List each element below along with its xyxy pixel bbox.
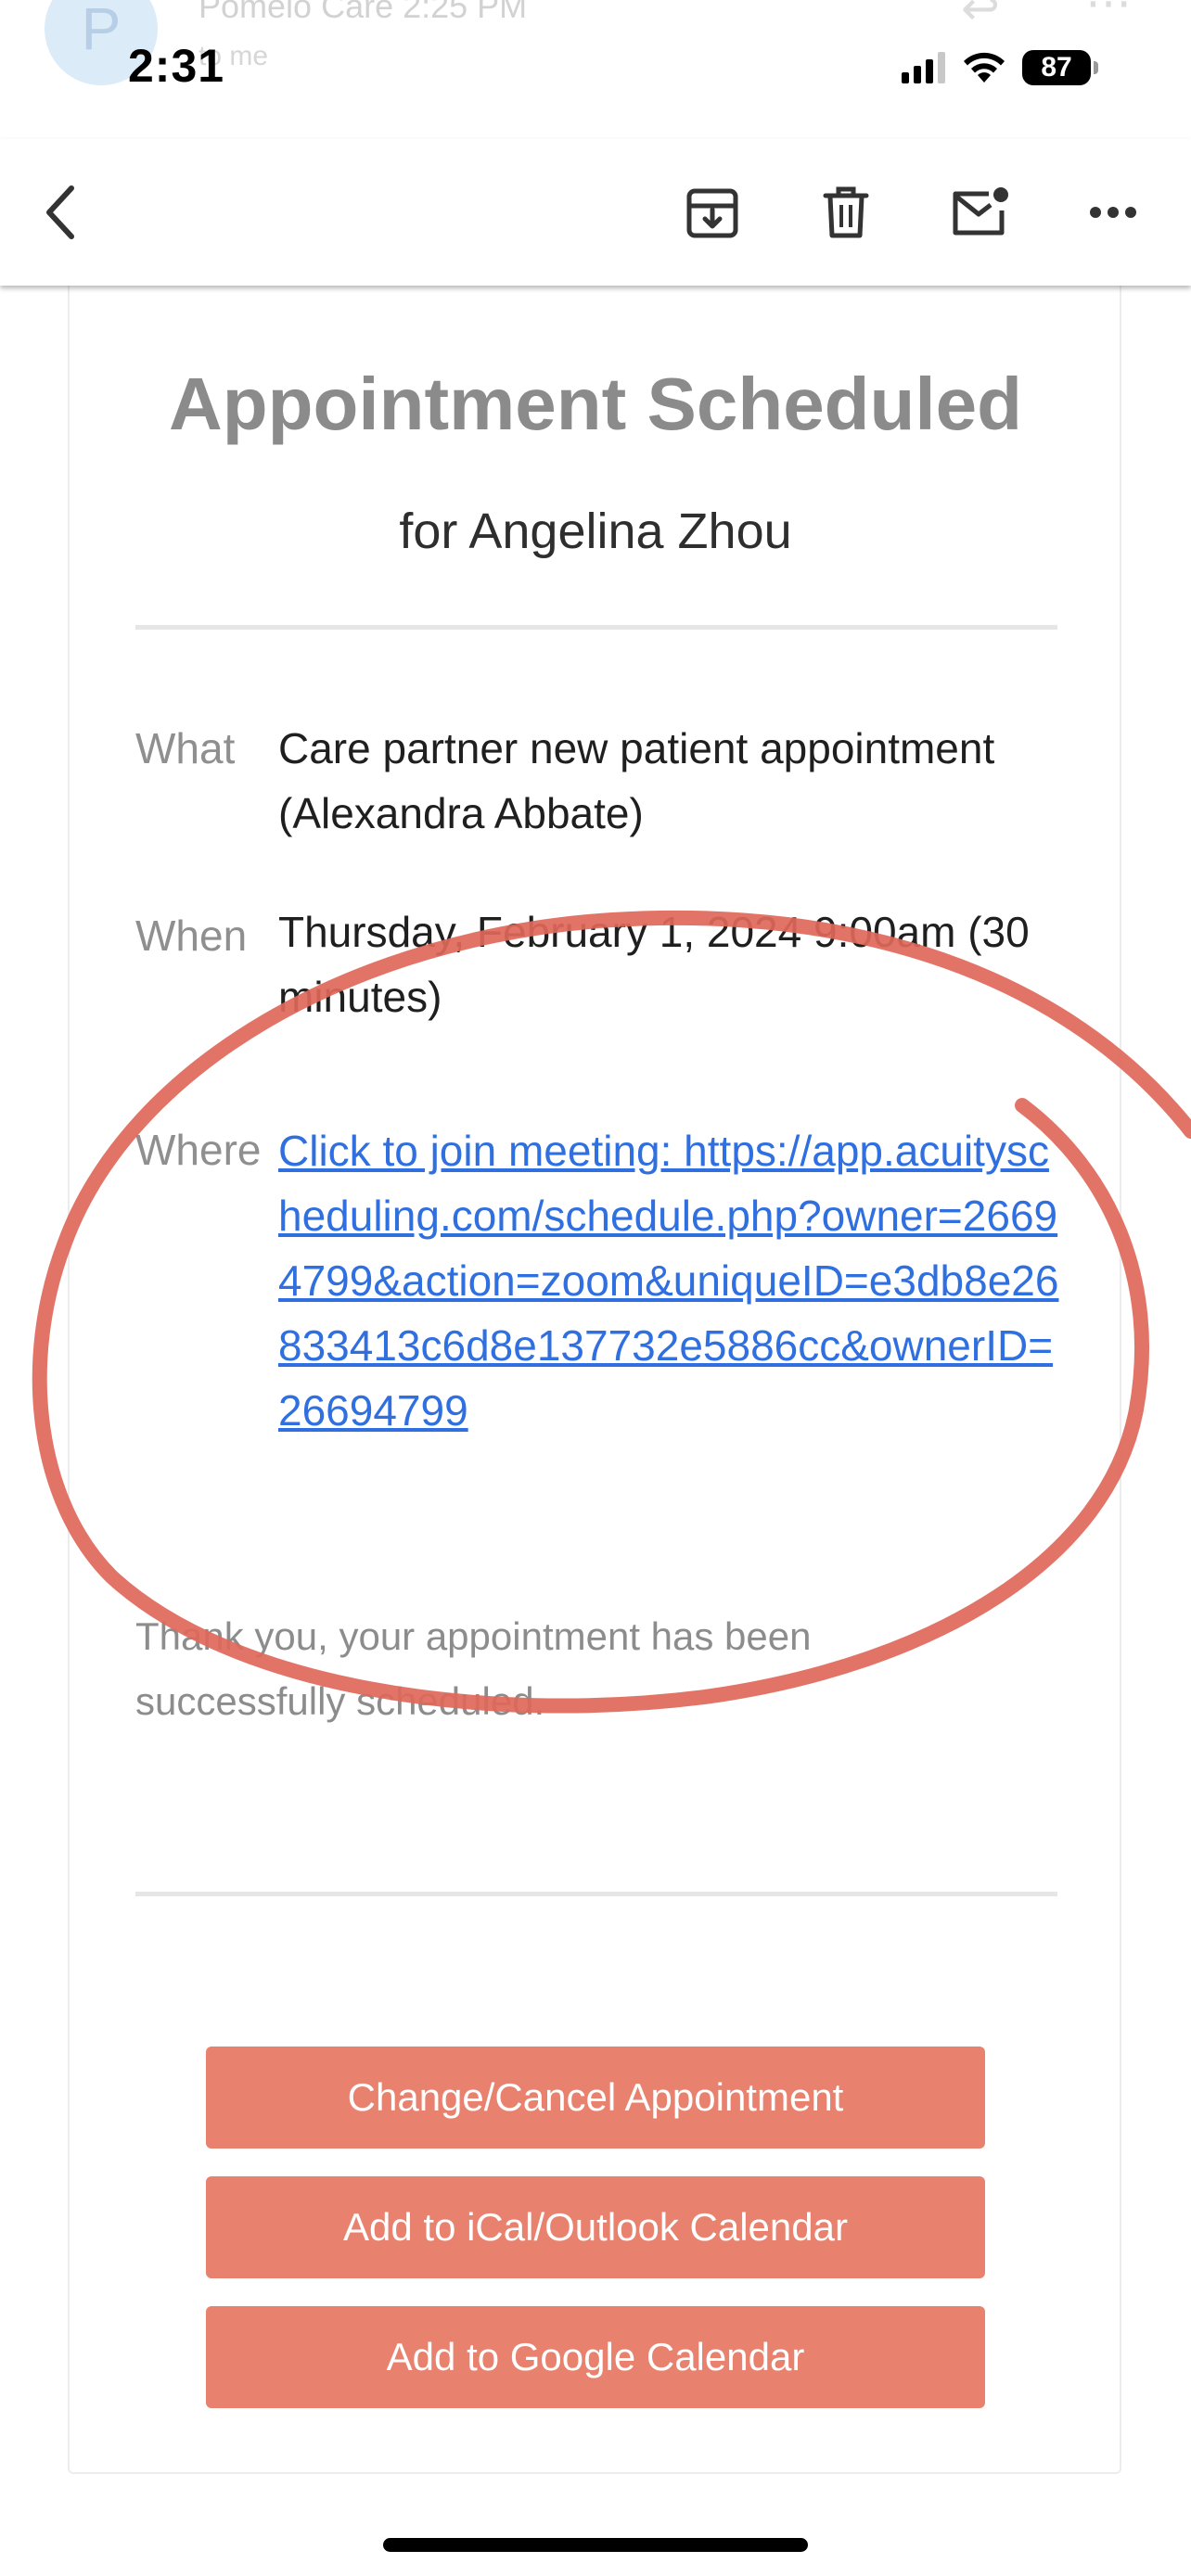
where-label: Where — [135, 1126, 262, 1174]
archive-button[interactable] — [671, 171, 754, 254]
wifi-icon — [964, 52, 1005, 83]
delete-button[interactable] — [804, 171, 888, 254]
status-icons: 87 — [902, 46, 1098, 89]
archive-icon — [686, 188, 738, 238]
change-cancel-appointment-button[interactable]: Change/Cancel Appointment — [206, 2047, 985, 2149]
meeting-link[interactable]: Click to join meeting: https://app.acuit… — [278, 1118, 1067, 1443]
phone-screen: P Pomelo Care 2:25 PM to me ↩ ⋯ 2:31 87 — [0, 0, 1191, 2576]
battery-indicator: 87 — [1022, 50, 1098, 85]
mark-unread-button[interactable] — [938, 171, 1021, 254]
back-icon — [46, 185, 74, 239]
divider — [135, 625, 1057, 630]
home-indicator[interactable] — [383, 2538, 808, 2552]
status-time: 2:31 — [128, 40, 225, 92]
appointment-title: Appointment Scheduled — [169, 363, 1022, 445]
mark-unread-icon — [953, 187, 1008, 236]
email-toolbar — [0, 139, 1191, 286]
confirmation-message: Thank you, your appointment has been suc… — [135, 1614, 812, 1723]
trash-icon — [823, 186, 869, 238]
add-to-ical-outlook-button[interactable]: Add to iCal/Outlook Calendar — [206, 2176, 985, 2278]
back-button[interactable] — [19, 171, 102, 254]
add-to-google-calendar-button[interactable]: Add to Google Calendar — [206, 2306, 985, 2408]
what-label: What — [135, 724, 236, 772]
when-value: Thursday, February 1, 2024 9:00am (30 mi… — [278, 908, 1030, 1021]
appointment-for: for Angelina Zhou — [399, 504, 792, 559]
status-bar: 2:31 87 — [0, 0, 1191, 130]
what-value: Care partner new patient appointment (Al… — [278, 724, 995, 837]
more-icon — [1090, 207, 1136, 218]
divider — [135, 1892, 1057, 1896]
more-options-button[interactable] — [1071, 171, 1155, 254]
cellular-signal-icon — [902, 52, 945, 83]
when-label: When — [135, 912, 248, 960]
